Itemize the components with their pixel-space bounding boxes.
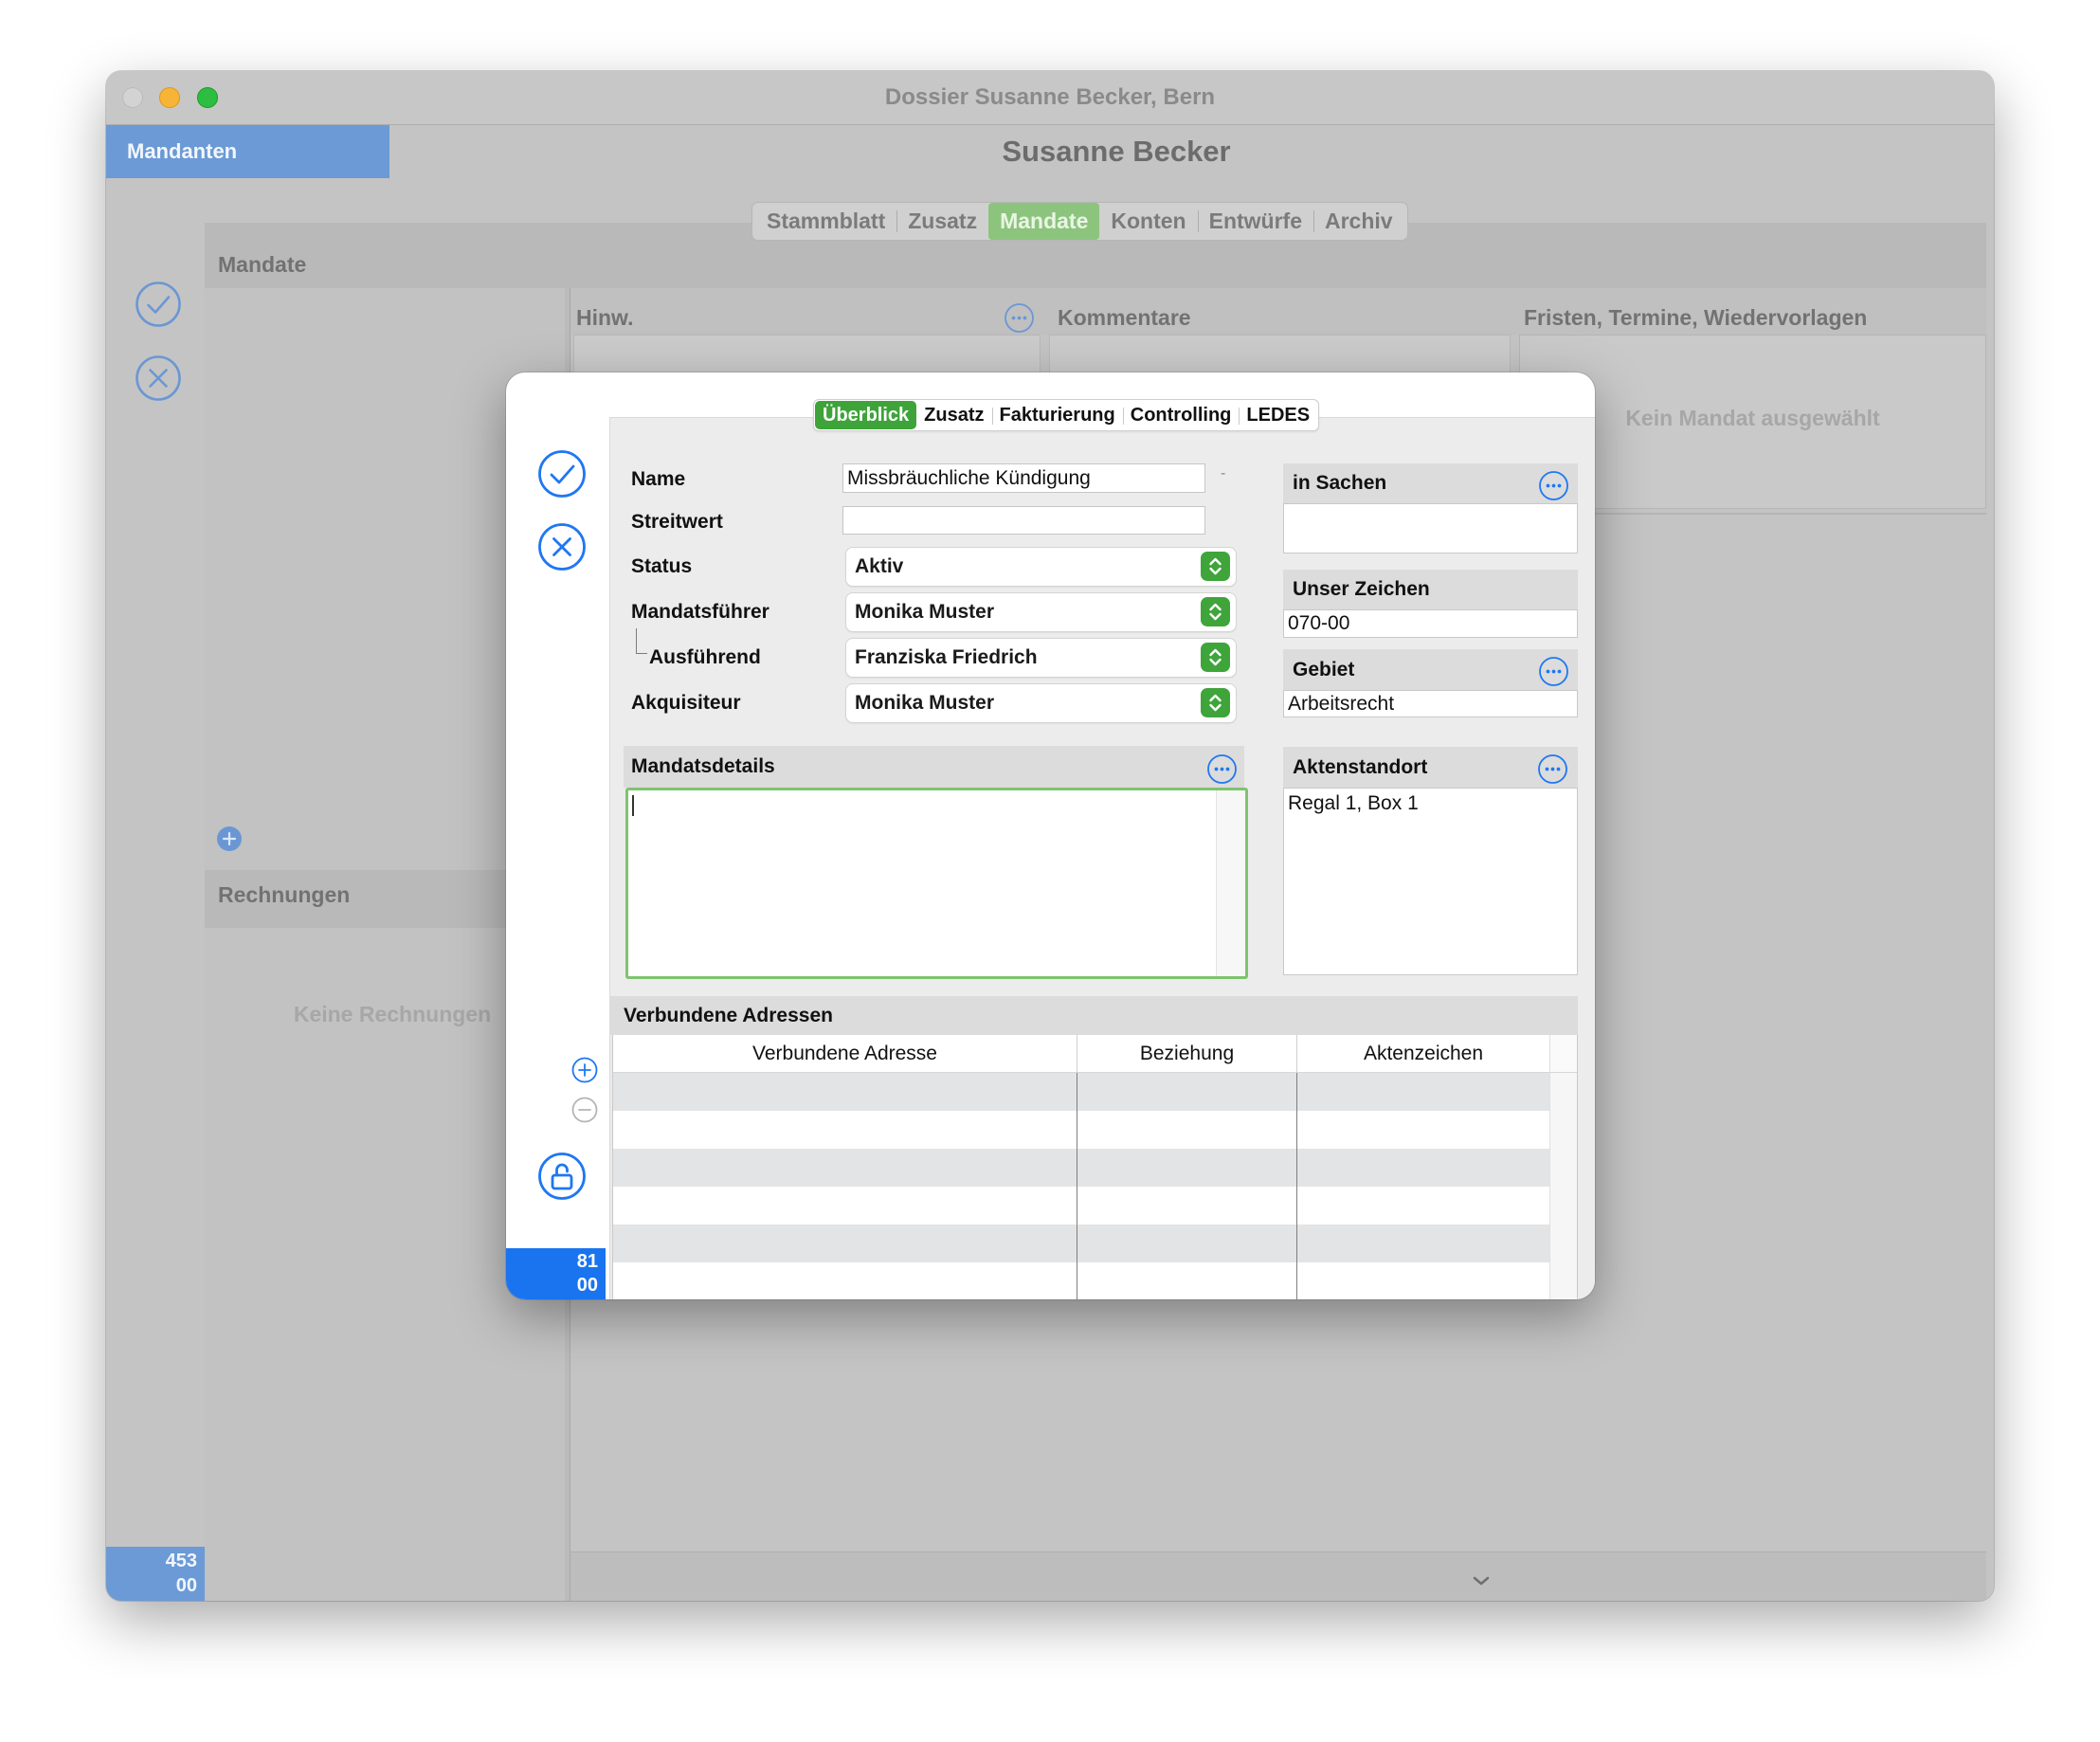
- mandatsfuehrer-label: Mandatsführer: [631, 601, 769, 623]
- ausfuehrend-value: Franziska Friedrich: [855, 646, 1038, 668]
- tab-zusatz[interactable]: Zusatz: [896, 203, 988, 240]
- invoices-title: Rechnungen: [218, 882, 351, 907]
- ellipsis-circle-icon[interactable]: [1538, 656, 1569, 687]
- table-row[interactable]: [613, 1149, 1549, 1187]
- chevron-down-icon[interactable]: [1470, 1573, 1493, 1588]
- deadlines-label: Fristen, Termine, Wiedervorlagen: [1524, 305, 1868, 330]
- streitwert-field[interactable]: [842, 506, 1205, 535]
- column-header-beziehung[interactable]: Beziehung: [1077, 1035, 1296, 1073]
- aktenstandort-label: Aktenstandort: [1293, 756, 1428, 778]
- linked-addresses-title: Verbundene Adressen: [624, 1005, 833, 1026]
- check-circle-icon[interactable]: [135, 281, 182, 328]
- mandatsdetails-textarea[interactable]: [628, 790, 1216, 976]
- unser-zeichen-header: Unser Zeichen: [1283, 570, 1578, 609]
- ausfuehrend-popup[interactable]: Franziska Friedrich: [846, 639, 1236, 677]
- in-sachen-field[interactable]: [1283, 503, 1578, 553]
- column-header-spacer: [1549, 1035, 1577, 1073]
- tab-ueberblick[interactable]: Überblick: [815, 401, 917, 429]
- unser-zeichen-field[interactable]: 070-00: [1283, 609, 1578, 638]
- name-field-suffix: -: [1221, 465, 1226, 481]
- tab-fakturierung[interactable]: Fakturierung: [991, 401, 1123, 429]
- no-invoices-text: Keine Rechnungen: [293, 1002, 492, 1026]
- tab-controlling[interactable]: Controlling: [1122, 401, 1240, 429]
- up-down-stepper-icon: [1201, 552, 1230, 581]
- up-down-stepper-icon: [1201, 688, 1230, 717]
- column-divider[interactable]: [1296, 1073, 1297, 1299]
- comments-label: Kommentare: [1058, 305, 1191, 330]
- record-counter-badge: 81 00: [506, 1248, 606, 1299]
- mandate-edit-sheet: 81 00 Überblick Zusatz Fakturierung Cont…: [506, 372, 1595, 1299]
- mandatsdetails-label: Mandatsdetails: [631, 755, 775, 777]
- tab-stammblatt[interactable]: Stammblatt: [755, 203, 896, 240]
- linked-addresses-header: Verbundene Adressen: [609, 996, 1578, 1035]
- unser-zeichen-label: Unser Zeichen: [1293, 578, 1430, 600]
- x-circle-icon[interactable]: [135, 354, 182, 402]
- in-sachen-label: in Sachen: [1293, 472, 1387, 494]
- table-row[interactable]: [613, 1073, 1549, 1111]
- record-counter-line1: 81: [576, 1251, 598, 1272]
- tab-ledes[interactable]: LEDES: [1239, 401, 1317, 429]
- tab-konten[interactable]: Konten: [1099, 203, 1197, 240]
- mandatsdetails-textarea-frame: [625, 788, 1248, 979]
- mandatsfuehrer-popup[interactable]: Monika Muster: [846, 593, 1236, 631]
- name-field[interactable]: [842, 463, 1205, 493]
- mandatsdetails-header: Mandatsdetails: [624, 746, 1244, 788]
- linked-addresses-table: Verbundene Adresse Beziehung Aktenzeiche…: [612, 1035, 1578, 1299]
- aktenstandort-header: Aktenstandort: [1283, 747, 1578, 788]
- main-tab-bar: Stammblatt Zusatz Mandate Konten Entwürf…: [751, 202, 1408, 241]
- name-label: Name: [631, 468, 686, 490]
- ellipsis-circle-icon[interactable]: [1538, 470, 1569, 501]
- tab-archiv[interactable]: Archiv: [1313, 203, 1404, 240]
- table-row[interactable]: [613, 1187, 1549, 1225]
- ellipsis-circle-icon[interactable]: [1206, 753, 1238, 785]
- ausfuehrend-label: Ausführend: [649, 646, 761, 668]
- status-popup[interactable]: Aktiv: [846, 548, 1236, 586]
- x-circle-icon[interactable]: [537, 522, 587, 572]
- gebiet-label: Gebiet: [1293, 659, 1355, 680]
- aktenstandort-field[interactable]: Regal 1, Box 1: [1283, 788, 1578, 975]
- client-title: Susanne Becker: [1002, 135, 1231, 168]
- status-value: Aktiv: [855, 555, 904, 577]
- table-row[interactable]: [613, 1225, 1549, 1262]
- streitwert-label: Streitwert: [631, 511, 723, 533]
- in-sachen-header: in Sachen: [1283, 463, 1578, 503]
- mandate-panel-title: Mandate: [218, 252, 307, 277]
- up-down-stepper-icon: [1201, 597, 1230, 626]
- akquisiteur-value: Monika Muster: [855, 692, 995, 714]
- lock-open-icon[interactable]: [537, 1152, 587, 1201]
- check-circle-icon[interactable]: [537, 449, 587, 499]
- table-row[interactable]: [613, 1262, 1549, 1299]
- text-cursor: [632, 795, 634, 816]
- akquisiteur-label: Akquisiteur: [631, 692, 741, 714]
- status-label: Status: [631, 555, 693, 577]
- sheet-tab-bar: Überblick Zusatz Fakturierung Controllin…: [813, 399, 1320, 431]
- plus-circle-icon[interactable]: [571, 1057, 598, 1083]
- tab-entwuerfe[interactable]: Entwürfe: [1197, 203, 1313, 240]
- up-down-stepper-icon: [1201, 643, 1230, 672]
- tab-mandate[interactable]: Mandate: [988, 203, 1100, 240]
- bottom-bar: [570, 1551, 1986, 1601]
- window-title: Dossier Susanne Becker, Bern: [884, 84, 1216, 110]
- gebiet-field[interactable]: Arbeitsrecht: [1283, 690, 1578, 717]
- ellipsis-circle-icon[interactable]: [1004, 302, 1035, 334]
- tab-zusatz[interactable]: Zusatz: [916, 401, 991, 429]
- column-header-verbundene-adresse[interactable]: Verbundene Adresse: [613, 1035, 1077, 1073]
- sidebar-tab-mandanten[interactable]: Mandanten: [106, 125, 389, 178]
- textarea-scrollbar[interactable]: [1216, 790, 1245, 976]
- plus-circle-icon[interactable]: [216, 826, 243, 852]
- column-header-aktenzeichen[interactable]: Aktenzeichen: [1296, 1035, 1549, 1073]
- record-counter-line2: 00: [175, 1575, 197, 1596]
- table-scrollbar[interactable]: [1549, 1073, 1577, 1299]
- record-counter-line2: 00: [576, 1275, 598, 1296]
- ellipsis-circle-icon[interactable]: [1537, 753, 1568, 785]
- gebiet-header: Gebiet: [1283, 649, 1578, 690]
- akquisiteur-popup[interactable]: Monika Muster: [846, 684, 1236, 722]
- table-row[interactable]: [613, 1111, 1549, 1149]
- record-counter-line1: 453: [165, 1551, 197, 1571]
- tree-connector: [636, 628, 647, 654]
- record-counter-badge: 453 00: [106, 1547, 205, 1601]
- minus-circle-icon[interactable]: [571, 1097, 598, 1123]
- mandatsfuehrer-value: Monika Muster: [855, 601, 995, 623]
- hints-label: Hinw.: [576, 305, 634, 330]
